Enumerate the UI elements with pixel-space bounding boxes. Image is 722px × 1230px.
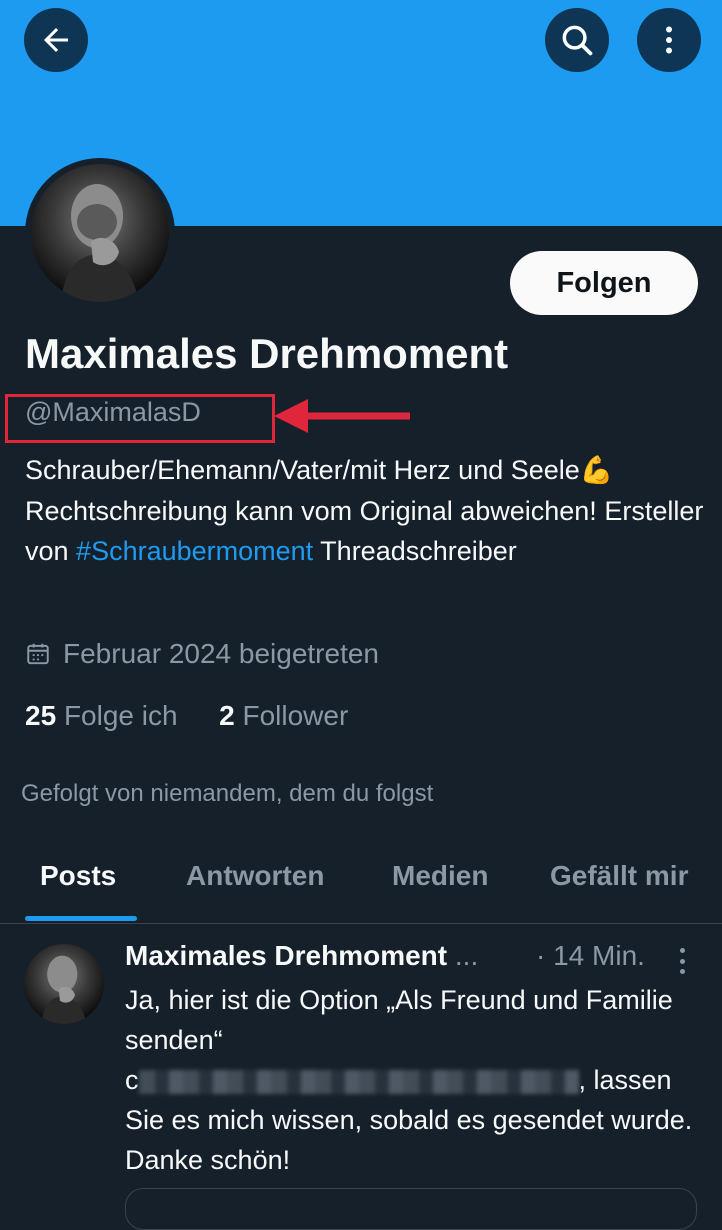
following-link[interactable]: 25 Folge ich (25, 700, 178, 731)
more-dot-icon (679, 948, 685, 953)
post-header: Maximales Drehmoment ... (125, 940, 478, 972)
joined-date: Februar 2024 beigetreten (25, 638, 379, 670)
more-dot-icon (679, 969, 685, 974)
search-icon (562, 25, 593, 56)
post-text-line: Sie es mich wissen, sobald es gesendet w… (125, 1105, 693, 1175)
bio-text-end: Threadschreiber (313, 536, 517, 566)
post-author-ellipsis: ... (447, 940, 479, 971)
post-text-redacted-line: c , lassen (125, 1060, 695, 1100)
post-more-button[interactable] (668, 944, 696, 978)
post-timestamp[interactable]: · 14 Min. (536, 940, 645, 972)
profile-avatar[interactable] (25, 158, 175, 308)
post-text: Ja, hier ist die Option „Als Freund und … (125, 980, 695, 1180)
avatar-photo (31, 164, 169, 302)
calendar-icon (27, 643, 49, 665)
followed-by-text: Gefolgt von niemandem, dem du folgst (21, 780, 434, 807)
profile-tabs: Posts Antworten Medien Gefällt mir (0, 838, 722, 924)
highlight-box-annotation (5, 394, 275, 443)
tab-replies[interactable]: Antworten (186, 860, 324, 892)
redacted-suffix: , lassen (578, 1065, 672, 1095)
profile-bio: Schrauber/Ehemann/Vater/mit Herz und See… (25, 450, 705, 572)
joined-text: Februar 2024 beigetreten (63, 638, 379, 669)
more-dot-icon (679, 958, 685, 964)
bio-hashtag-link[interactable]: #Schraubermoment (76, 536, 313, 566)
post-avatar[interactable] (24, 944, 104, 1024)
arrow-annotation (274, 399, 410, 433)
tab-media[interactable]: Medien (392, 860, 488, 892)
arrow-left-icon (44, 28, 68, 52)
redacted-blur (138, 1069, 579, 1094)
profile-display-name: Maximales Drehmoment (25, 330, 509, 377)
followers-link[interactable]: 2 Follower (219, 700, 348, 731)
active-tab-indicator (25, 916, 137, 921)
follow-stats: 25 Folge ich 2 Follower (25, 700, 348, 732)
search-button[interactable] (545, 8, 609, 72)
more-vertical-icon (666, 26, 672, 54)
followers-label: Follower (242, 700, 349, 731)
followers-count: 2 (219, 700, 235, 731)
tab-likes[interactable]: Gefällt mir (550, 860, 688, 892)
following-label: Folge ich (63, 700, 178, 731)
more-options-button[interactable] (637, 8, 701, 72)
follow-button[interactable]: Folgen (510, 251, 698, 315)
post-author[interactable]: Maximales Drehmoment (125, 940, 447, 971)
following-count: 25 (25, 700, 57, 731)
tab-posts[interactable]: Posts (40, 860, 116, 892)
post-text-line: Ja, hier ist die Option „Als Freund und … (125, 985, 673, 1055)
redacted-prefix: c (125, 1065, 139, 1095)
post-media-card[interactable] (125, 1188, 697, 1230)
back-button[interactable] (24, 8, 88, 72)
